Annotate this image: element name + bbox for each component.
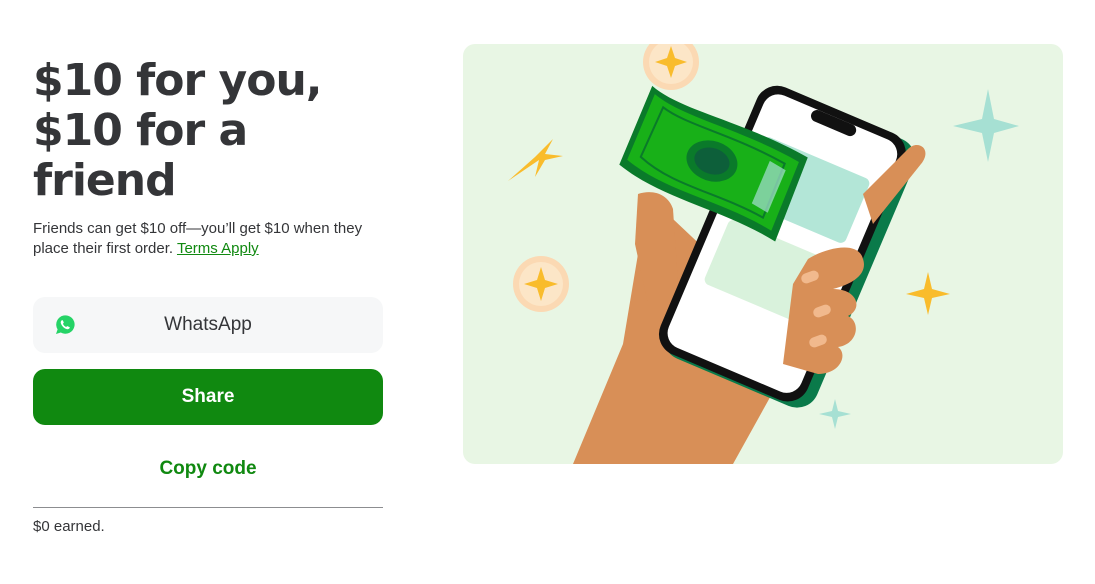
whatsapp-button[interactable]: WhatsApp <box>33 297 383 353</box>
copy-code-button[interactable]: Copy code <box>33 441 383 497</box>
coin-top <box>643 44 699 90</box>
hand-phone-money-illustration <box>508 44 1019 464</box>
whatsapp-label: WhatsApp <box>164 314 252 335</box>
referral-illustration <box>463 44 1063 464</box>
referral-description: Friends can get $10 off—you’ll get $10 w… <box>33 219 385 259</box>
referral-content: $10 for you, $10 for a friend Friends ca… <box>33 56 383 259</box>
sparkle-teal-large <box>953 89 1019 162</box>
title-line-3: friend <box>33 155 177 206</box>
sparkle-teal-small <box>819 399 851 429</box>
copy-code-label: Copy code <box>159 458 257 479</box>
whatsapp-icon <box>56 315 75 334</box>
share-button[interactable]: Share <box>33 369 383 425</box>
share-label: Share <box>181 386 235 407</box>
title-line-1: $10 for you, <box>33 55 323 106</box>
earnings-text: $0 earned. <box>33 518 105 535</box>
referral-page: $10 for you, $10 for a friend Friends ca… <box>0 0 1095 584</box>
divider <box>33 507 383 508</box>
title-line-2: $10 for a <box>33 105 248 156</box>
sparkle-yellow-left <box>508 139 563 181</box>
coin-left <box>513 256 569 312</box>
terms-apply-link[interactable]: Terms Apply <box>177 240 259 257</box>
page-title: $10 for you, $10 for a friend <box>33 56 383 206</box>
sparkle-yellow-right <box>906 272 950 315</box>
